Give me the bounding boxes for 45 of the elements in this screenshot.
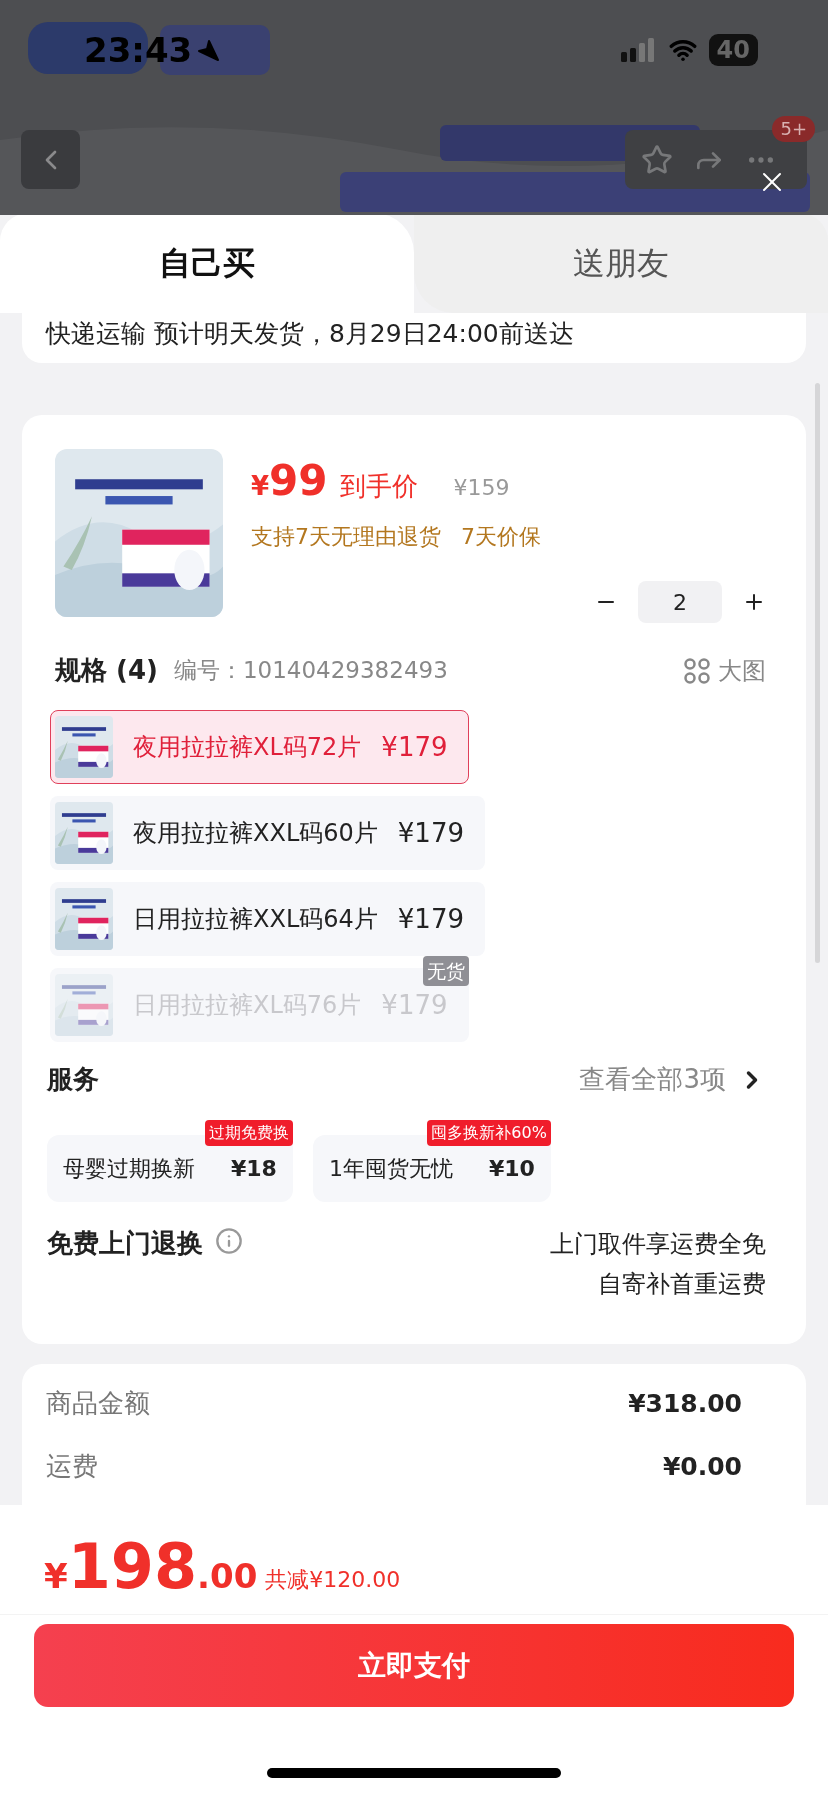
tab[interactable]: 自己买 xyxy=(0,213,414,313)
total-price: ¥198.00 xyxy=(44,1536,258,1598)
spec-code: 编号：10140429382493 xyxy=(173,656,448,686)
view-all-link[interactable]: 查看全部3项 xyxy=(579,1060,766,1099)
guarantee-text: 支持7天无理由退货 xyxy=(251,523,441,551)
free-return-text: 自寄补首重运费 xyxy=(598,1269,766,1300)
free-return-text: 上门取件享运费全免 xyxy=(550,1229,766,1260)
back-button[interactable] xyxy=(21,130,80,189)
spec-option[interactable]: 日用拉拉裤XXL码64片 ¥179 xyxy=(50,882,485,956)
option-price: ¥179 xyxy=(397,816,464,850)
battery-indicator: 40 xyxy=(708,34,758,66)
spec-option[interactable]: 夜用拉拉裤XL码72片 ¥179 xyxy=(50,710,469,784)
free-return-title: 免费上门退换 xyxy=(47,1227,203,1260)
spec-option[interactable]: 夜用拉拉裤XXL码60片 ¥179 xyxy=(50,796,485,870)
summary-value: ¥0.00 xyxy=(662,1450,742,1483)
notification-badge: 5+ xyxy=(772,116,815,142)
option-label: 夜用拉拉裤XL码72片 xyxy=(133,732,362,763)
grid-icon xyxy=(684,657,710,684)
guarantee-text: 7天价保 xyxy=(461,523,541,551)
stock-badge: 无货 xyxy=(422,956,469,986)
service-tag: 囤多换新补60% xyxy=(427,1120,551,1146)
pay-button[interactable]: 立即支付 xyxy=(34,1624,794,1707)
services-title: 服务 xyxy=(47,1063,99,1096)
location-icon xyxy=(196,38,221,62)
saving-text: 共减¥120.00 xyxy=(265,1566,401,1594)
original-price: ¥159 xyxy=(453,474,510,502)
option-price: ¥179 xyxy=(381,730,448,764)
option-label: 日用拉拉裤XXL码64片 xyxy=(133,904,378,935)
tab[interactable]: 送朋友 xyxy=(414,213,828,313)
summary-value: ¥318.00 xyxy=(628,1387,742,1420)
info-icon[interactable] xyxy=(215,1227,243,1255)
service-tag: 过期免费换 xyxy=(204,1120,293,1146)
quantity-field[interactable]: 2 xyxy=(638,581,722,623)
large-image-button[interactable]: 大图 xyxy=(684,652,766,689)
option-label: 夜用拉拉裤XXL码60片 xyxy=(133,818,378,849)
summary-label: 商品金额 xyxy=(46,1387,150,1420)
status-time: 23:43 xyxy=(84,28,193,72)
option-price: ¥179 xyxy=(397,902,464,936)
summary-label: 运费 xyxy=(46,1450,98,1483)
price: ¥99 xyxy=(251,455,328,507)
star-icon[interactable] xyxy=(641,143,673,176)
spec-title: 规格 (4) xyxy=(55,654,158,687)
delivery-text: 快递运输 预计明天发货，8月29日24:00前送达 xyxy=(46,319,574,348)
price-label: 到手价 xyxy=(339,470,418,503)
signal-icon xyxy=(620,38,657,62)
